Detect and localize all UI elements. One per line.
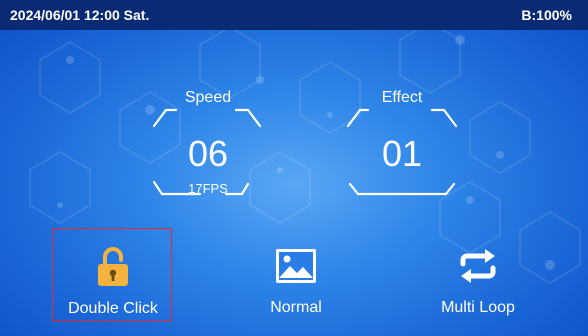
effect-value: 01 [381, 133, 423, 174]
effect-gauge[interactable]: Effect 01 [342, 86, 462, 206]
speed-gauge[interactable]: Speed 06 17FPS [148, 86, 268, 206]
speed-fps: 17FPS [188, 181, 228, 196]
status-bar: 2024/06/01 12:00 Sat. B:100% [0, 0, 588, 30]
normal-label: Normal [270, 299, 322, 316]
lock-icon [53, 247, 173, 291]
normal-button[interactable]: Normal [236, 228, 356, 322]
speed-value: 06 [187, 133, 229, 174]
battery-level: B:100% [521, 7, 572, 23]
speed-label: Speed [184, 89, 232, 106]
datetime-text: 2024/06/01 12:00 Sat. [10, 7, 150, 23]
device-screen: 2024/06/01 12:00 Sat. B:100% Speed 06 17… [0, 0, 588, 336]
multi-loop-button[interactable]: Multi Loop [418, 228, 538, 322]
effect-label: Effect [381, 89, 423, 106]
double-click-button[interactable]: Double Click [52, 228, 172, 322]
multi-loop-label: Multi Loop [441, 299, 515, 316]
double-click-label: Double Click [68, 300, 158, 317]
loop-icon [418, 246, 538, 290]
image-icon [236, 246, 356, 290]
